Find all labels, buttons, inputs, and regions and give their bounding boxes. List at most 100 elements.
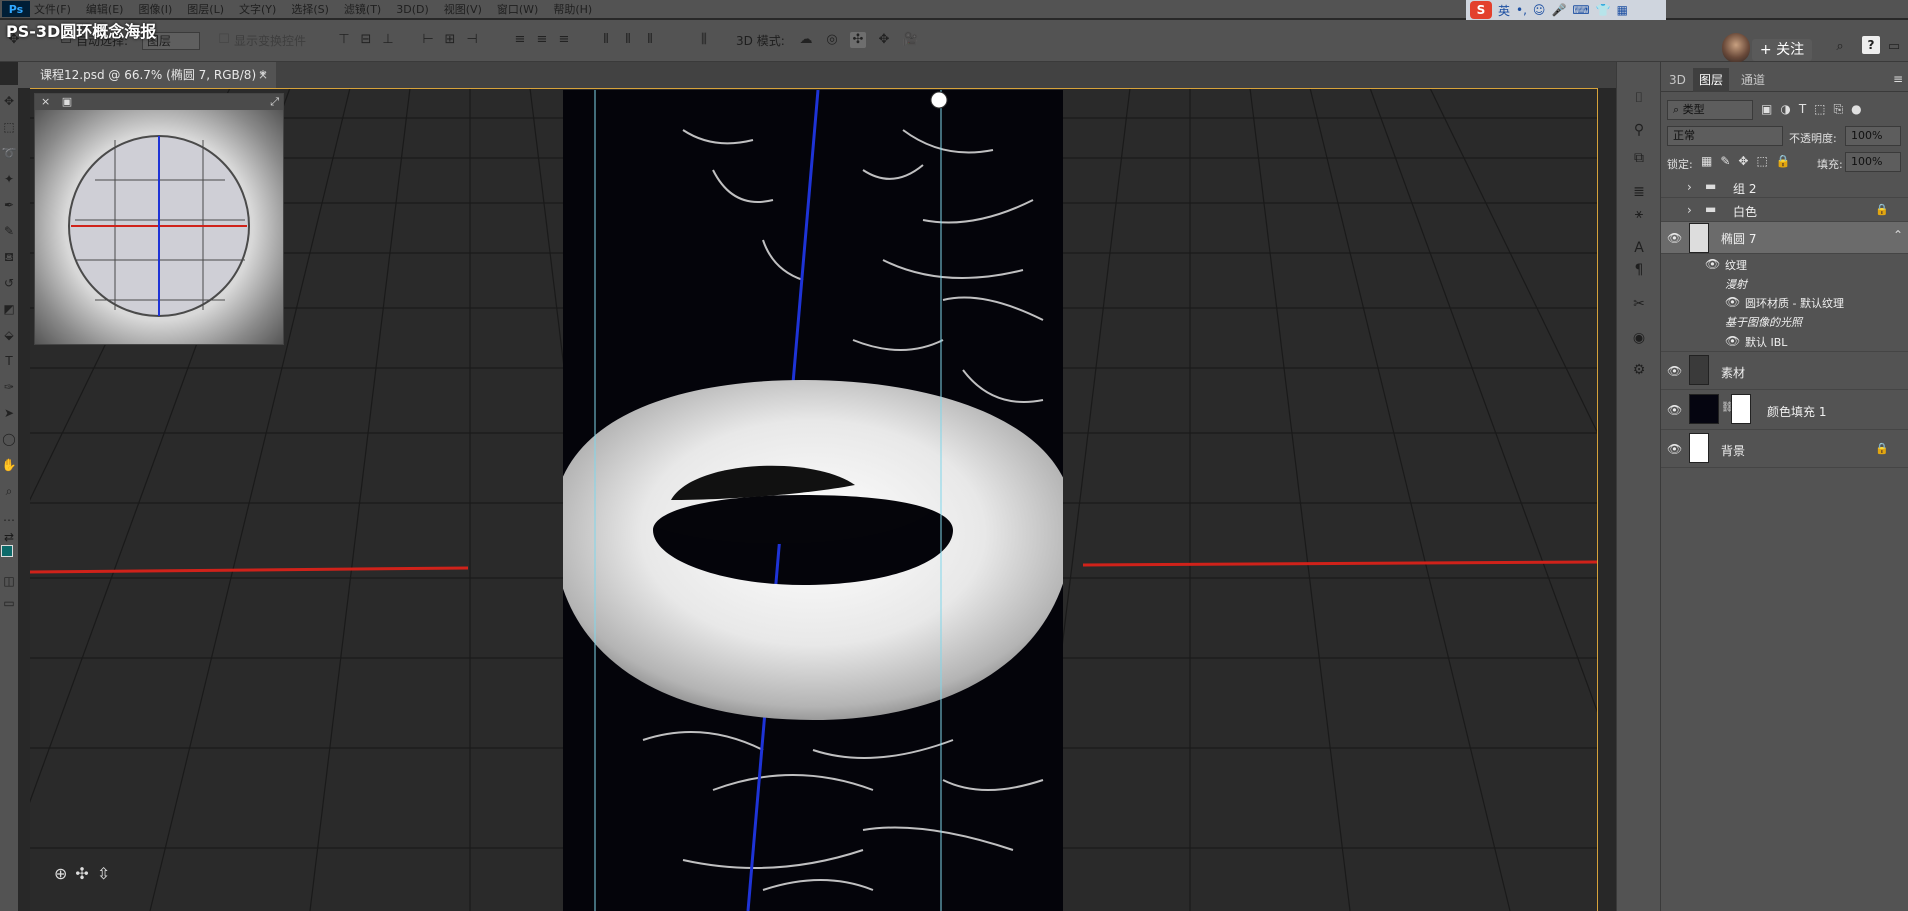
punctuation-icon[interactable]: •,	[1516, 3, 1527, 17]
fill-input[interactable]: 100%	[1845, 152, 1901, 172]
3d-camera-icon[interactable]: 🎥	[902, 32, 918, 48]
align-right-icon[interactable]: ⊣	[464, 32, 480, 48]
paint-bucket-icon[interactable]: ⬙	[1, 327, 17, 343]
filter-shape-icon[interactable]: ⬚	[1814, 102, 1825, 117]
menu-layer[interactable]: 图层(L)	[187, 1, 224, 17]
layer-sub-ring-material[interactable]: 👁 圆环材质 - 默认纹理	[1661, 292, 1908, 312]
history-panel-icon[interactable]: ⌷	[1629, 88, 1649, 108]
opacity-input[interactable]: 100%	[1845, 126, 1901, 146]
menu-view[interactable]: 视图(V)	[444, 1, 482, 17]
marquee-tool-icon[interactable]: ⬚	[1, 119, 17, 135]
shape-tool-icon[interactable]: ◯	[1, 431, 17, 447]
visibility-eye-icon[interactable]: 👁	[1667, 364, 1682, 378]
paragraph-panel-icon[interactable]: ¶	[1629, 260, 1649, 280]
group-expand-icon[interactable]: ›	[1687, 180, 1692, 194]
camera-view-icon[interactable]: ▣	[62, 95, 72, 108]
magic-wand-icon[interactable]: ✦	[1, 171, 17, 187]
layer-filter-dropdown[interactable]: ⌕ 类型	[1667, 100, 1753, 120]
document-canvas[interactable]	[563, 90, 1063, 911]
distribute-left-icon[interactable]: ⦀	[598, 32, 614, 48]
layer-row-white[interactable]: › ▬ 白色 🔒	[1661, 198, 1908, 222]
menu-help[interactable]: 帮助(H)	[553, 1, 592, 17]
canvas-viewport[interactable]: × ▣ ⤢ ⊕ ✣ ⇳	[30, 88, 1598, 911]
align-bottom-icon[interactable]: ⊥	[380, 32, 396, 48]
help-icon[interactable]: ?	[1862, 36, 1880, 54]
menu-image[interactable]: 图像(I)	[138, 1, 172, 17]
swap-view-icon[interactable]: ⤢	[270, 94, 279, 110]
menu-3d[interactable]: 3D(D)	[396, 3, 429, 16]
adjustments-icon[interactable]: ⧉	[1629, 148, 1649, 168]
cc-libraries-icon[interactable]: ◉	[1629, 328, 1649, 348]
layer-row-ellipse7[interactable]: 👁 椭圆 7 ⌃	[1661, 222, 1908, 254]
zoom-tool-icon[interactable]: ⌕	[1, 483, 17, 499]
layer-row-color-fill[interactable]: 👁 ⛓ 颜色填充 1	[1661, 390, 1908, 430]
visibility-eye-icon[interactable]: 👁	[1667, 403, 1682, 417]
brush-tool-icon[interactable]: ✎	[1, 223, 17, 239]
visibility-eye-icon[interactable]: 👁	[1725, 334, 1740, 348]
lock-position-icon[interactable]: ✥	[1738, 154, 1748, 168]
align-top-icon[interactable]: ⊤	[336, 32, 352, 48]
tab-channels[interactable]: 通道	[1735, 68, 1771, 92]
tab-layers[interactable]: 图层	[1693, 68, 1730, 92]
lock-pixels-icon[interactable]: ✎	[1720, 154, 1730, 168]
menu-file[interactable]: 文件(F)	[34, 1, 71, 17]
visibility-eye-icon[interactable]: 👁	[1667, 231, 1682, 245]
filter-type-icon[interactable]: T	[1799, 102, 1806, 117]
visibility-eye-icon[interactable]: 👁	[1725, 295, 1740, 309]
tab-3d[interactable]: 3D	[1663, 68, 1692, 92]
3d-secondary-view[interactable]: × ▣ ⤢	[34, 93, 284, 345]
document-tab[interactable]: 课程12.psd @ 66.7% (椭圆 7, RGB/8) * ×	[18, 62, 276, 88]
3d-orbit-icon[interactable]: ☁	[798, 32, 814, 48]
close-tab-icon[interactable]: ×	[258, 62, 268, 88]
brush-settings-icon[interactable]: ⚲	[1629, 120, 1649, 140]
show-transform-checkbox[interactable]: ☐	[216, 32, 232, 48]
eraser-tool-icon[interactable]: ◩	[1, 301, 17, 317]
3d-roll-icon[interactable]: ◎	[824, 32, 840, 48]
move-tool-icon[interactable]: ✥	[1, 93, 17, 109]
microphone-icon[interactable]: 🎤	[1551, 3, 1566, 17]
visibility-eye-icon[interactable]: 👁	[1705, 257, 1720, 271]
blend-mode-dropdown[interactable]: 正常	[1667, 126, 1783, 146]
secondary-view-close-icon[interactable]: ×	[41, 95, 50, 108]
user-avatar[interactable]	[1722, 33, 1750, 63]
hand-tool-icon[interactable]: ✋	[1, 457, 17, 473]
menu-window[interactable]: 窗口(W)	[497, 1, 538, 17]
skin-icon[interactable]: 👕	[1596, 3, 1611, 17]
dolly-nav-icon[interactable]: ⇳	[97, 864, 110, 883]
type-tool-icon[interactable]: T	[1, 353, 17, 369]
collapse-icon[interactable]: ⌃	[1893, 228, 1903, 242]
search-icon[interactable]: ⌕	[1832, 39, 1848, 55]
layer-sub-textures[interactable]: 👁 纹理	[1661, 254, 1908, 274]
menu-type[interactable]: 文字(Y)	[239, 1, 276, 17]
pan-nav-icon[interactable]: ✣	[75, 864, 88, 883]
filter-toggle-icon[interactable]: ●	[1851, 102, 1861, 117]
eyedropper-icon[interactable]: ✒	[1, 197, 17, 213]
stamp-tool-icon[interactable]: ⛾	[1, 249, 17, 265]
properties-icon[interactable]: ≣	[1629, 182, 1649, 202]
path-select-icon[interactable]: ➤	[1, 405, 17, 421]
modifier-icon[interactable]: ⚙	[1629, 360, 1649, 380]
distribute-hcenter-icon[interactable]: ⦀	[620, 32, 636, 48]
filter-pixel-icon[interactable]: ▣	[1761, 102, 1772, 117]
more-tools-icon[interactable]: …	[1, 509, 17, 525]
keyboard-icon[interactable]: ⌨	[1572, 3, 1589, 17]
lasso-tool-icon[interactable]: ➰	[1, 145, 17, 161]
layer-sub-default-ibl[interactable]: 👁 默认 IBL	[1661, 330, 1908, 352]
filter-adjustment-icon[interactable]: ◑	[1780, 102, 1790, 117]
orbit-nav-icon[interactable]: ⊕	[54, 864, 67, 883]
align-vcenter-icon[interactable]: ⊟	[358, 32, 374, 48]
character-panel-icon[interactable]: A	[1629, 238, 1649, 258]
menu-select[interactable]: 选择(S)	[291, 1, 329, 17]
follow-button[interactable]: + 关注	[1752, 39, 1812, 61]
tools-preset-icon[interactable]: ✂	[1629, 294, 1649, 314]
screen-mode-icon[interactable]: ▭	[1, 595, 17, 611]
swap-colors-icon[interactable]: ⇄	[1, 529, 17, 545]
lock-transparent-icon[interactable]: ▦	[1701, 154, 1712, 168]
lock-artboard-icon[interactable]: ⬚	[1756, 154, 1767, 168]
ime-lang-toggle[interactable]: 英	[1498, 2, 1510, 19]
3d-slide-icon[interactable]: ✥	[876, 32, 892, 48]
layer-row-material[interactable]: 👁 素材	[1661, 352, 1908, 390]
distribute-top-icon[interactable]: ≡	[512, 32, 528, 48]
panel-menu-icon[interactable]: ≡	[1893, 72, 1903, 86]
menu-edit[interactable]: 编辑(E)	[86, 1, 124, 17]
